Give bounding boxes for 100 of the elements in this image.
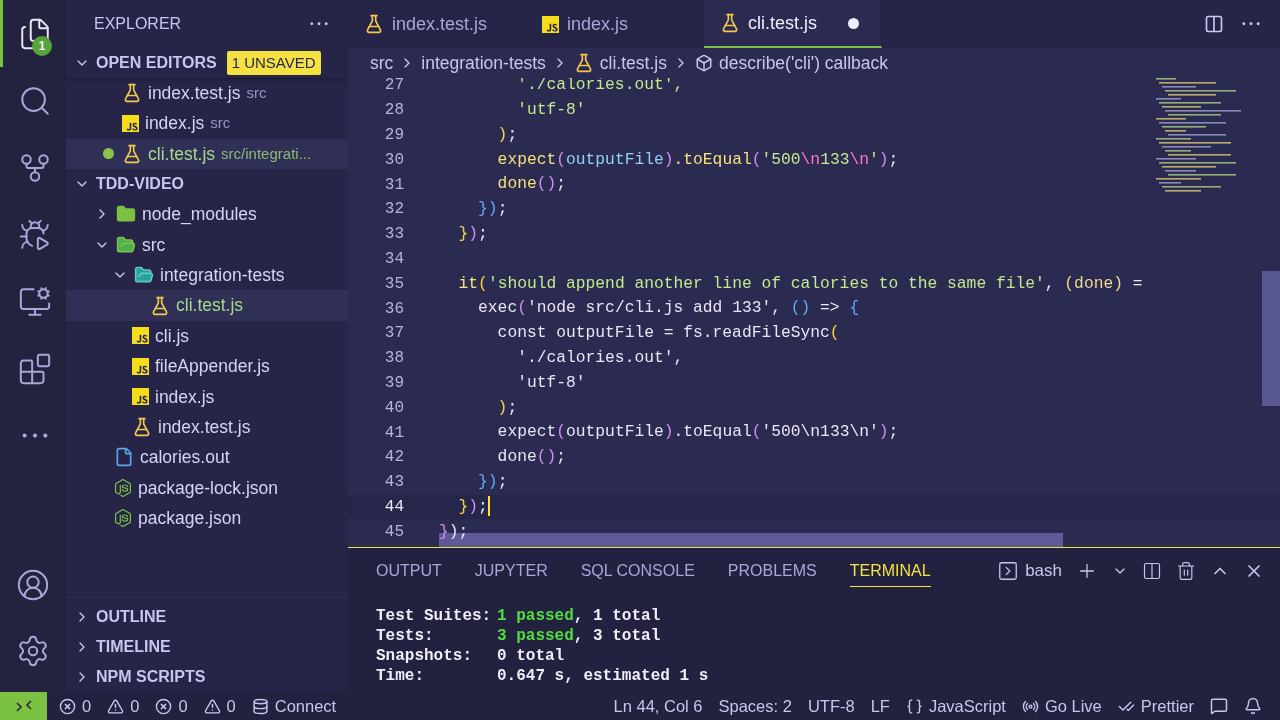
split-terminal-icon[interactable] bbox=[1142, 561, 1162, 581]
terminal-line: Test Suites: 1 passed, 1 total bbox=[376, 606, 662, 626]
status-item[interactable]: Spaces: 2 bbox=[710, 692, 800, 720]
flask-icon bbox=[720, 13, 740, 33]
more-icon[interactable] bbox=[310, 22, 328, 26]
tree-item[interactable]: package-lock.json bbox=[66, 472, 348, 504]
section-title: OPEN EDITORS bbox=[96, 53, 217, 73]
code-line: }); bbox=[477, 470, 508, 493]
editor-tab[interactable]: index.test.js bbox=[348, 0, 526, 48]
js-file-icon bbox=[132, 388, 149, 406]
status-item[interactable]: 0 bbox=[51, 692, 100, 720]
notifications-icon bbox=[1244, 697, 1262, 715]
line-number: 37 bbox=[383, 323, 404, 345]
panel-tab[interactable]: SQL CONSOLE bbox=[580, 555, 695, 587]
section-title: NPM SCRIPTS bbox=[96, 667, 206, 687]
panel-tab[interactable]: OUTPUT bbox=[376, 555, 442, 587]
remote-button[interactable] bbox=[0, 692, 47, 720]
split-editor-icon[interactable] bbox=[1204, 14, 1224, 34]
tree-item[interactable]: package.json bbox=[66, 503, 348, 534]
file-path: src bbox=[246, 82, 267, 103]
error-icon bbox=[155, 697, 173, 715]
tree-item[interactable]: index.js bbox=[66, 381, 348, 412]
tree-item[interactable]: cli.js bbox=[66, 320, 348, 352]
terminal-icon bbox=[997, 560, 1020, 582]
panel-tab[interactable]: PROBLEMS bbox=[727, 555, 817, 587]
section-header[interactable]: NPM SCRIPTS bbox=[66, 662, 348, 692]
status-item[interactable]: JavaScript bbox=[897, 692, 1014, 720]
section-title: TIMELINE bbox=[96, 637, 171, 657]
node-file-icon bbox=[114, 509, 132, 528]
more-icon[interactable] bbox=[1242, 22, 1260, 26]
flask-icon bbox=[122, 83, 142, 104]
line-number: 45 bbox=[383, 521, 404, 543]
code-line: }); bbox=[457, 222, 488, 245]
tree-item[interactable]: calories.out bbox=[66, 442, 348, 473]
more-icon[interactable] bbox=[21, 432, 48, 439]
code-line: exec('node src/cli.js add 133', () => { bbox=[477, 297, 860, 320]
open-editor-item[interactable]: index.js src bbox=[66, 108, 348, 139]
warning-icon bbox=[203, 697, 221, 715]
code-line: }); bbox=[477, 198, 508, 221]
status-item[interactable]: Prettier bbox=[1109, 692, 1202, 720]
section-header[interactable]: OUTLINE bbox=[66, 602, 348, 632]
flask-icon bbox=[132, 417, 152, 438]
code-line: done(); bbox=[496, 446, 567, 469]
breadcrumb-item[interactable]: cli.test.js bbox=[599, 49, 667, 77]
terminal-line: Time: 0.647 s, estimated 1 s bbox=[376, 666, 710, 686]
open-editor-item[interactable]: index.test.js src bbox=[66, 78, 348, 109]
file-path: src/integrati... bbox=[221, 143, 312, 164]
trash-icon[interactable] bbox=[1176, 561, 1196, 581]
panel-tab[interactable]: TERMINAL bbox=[849, 555, 931, 587]
status-item[interactable]: 0 bbox=[99, 692, 148, 720]
open-editor-item[interactable]: cli.test.js src/integrati... bbox=[66, 138, 348, 170]
settings-icon bbox=[16, 634, 50, 668]
code-line: ); bbox=[496, 123, 518, 146]
code-line: it('should append another line of calories to the same file', (done) = bbox=[457, 272, 1143, 295]
tree-item[interactable]: integration-tests bbox=[66, 259, 348, 291]
line-number: 27 bbox=[383, 78, 404, 97]
section-header[interactable]: OPEN EDITORS 1 UNSAVED bbox=[66, 48, 348, 78]
vertical-scrollbar[interactable] bbox=[1262, 271, 1280, 406]
status-item[interactable]: LF bbox=[862, 692, 898, 720]
error-icon bbox=[59, 697, 76, 715]
breadcrumb-item[interactable]: integration-tests bbox=[421, 49, 546, 77]
editor-tab[interactable]: cli.test.js bbox=[704, 0, 882, 48]
feedback-icon bbox=[1210, 697, 1228, 715]
file-name: index.test.js bbox=[148, 82, 241, 106]
status-item[interactable]: Ln 44, Col 6 bbox=[605, 692, 711, 720]
extensions-icon bbox=[17, 351, 52, 386]
breadcrumb-item[interactable]: describe('cli') callback bbox=[718, 49, 889, 77]
line-number: 43 bbox=[383, 472, 404, 494]
status-item[interactable]: 0 bbox=[195, 692, 244, 720]
section-header[interactable]: TDD-VIDEO bbox=[66, 169, 348, 200]
code-line: }); bbox=[457, 495, 490, 519]
status-item[interactable]: Connect bbox=[243, 692, 345, 720]
line-number: 34 bbox=[383, 248, 404, 270]
tree-item[interactable]: fileAppender.js bbox=[66, 351, 348, 382]
tree-item[interactable]: index.test.js bbox=[66, 411, 348, 443]
line-number: 33 bbox=[383, 224, 404, 246]
panel-tab[interactable]: JUPYTER bbox=[474, 555, 548, 587]
flask-icon bbox=[150, 295, 170, 316]
status-item[interactable]: 0 bbox=[147, 692, 196, 720]
file-icon bbox=[114, 447, 134, 468]
terminal-selector[interactable]: bash bbox=[997, 558, 1062, 584]
js-file-icon bbox=[132, 327, 149, 345]
flask-icon bbox=[122, 143, 142, 164]
section-title: OUTLINE bbox=[96, 607, 167, 627]
remote-explorer-icon bbox=[17, 284, 52, 319]
status-item[interactable]: UTF-8 bbox=[799, 692, 863, 720]
text-cursor bbox=[487, 496, 490, 517]
js-file-icon bbox=[132, 357, 149, 375]
breadcrumb-item[interactable]: src bbox=[370, 49, 394, 77]
tree-item[interactable]: cli.test.js bbox=[66, 290, 348, 321]
code-line: const outputFile = fs.readFileSync( bbox=[496, 322, 840, 345]
tree-item[interactable]: node_modules bbox=[66, 199, 348, 230]
tree-item[interactable]: src bbox=[66, 229, 348, 260]
line-number: 36 bbox=[383, 298, 404, 320]
section-header[interactable]: TIMELINE bbox=[66, 632, 348, 662]
warning-icon bbox=[107, 697, 125, 715]
folder-icon bbox=[116, 204, 136, 225]
code-line: expect(outputFile).toEqual('500\n133\n'); bbox=[496, 148, 899, 171]
status-item[interactable]: Go Live bbox=[1013, 692, 1110, 720]
file-path: src bbox=[210, 113, 231, 134]
